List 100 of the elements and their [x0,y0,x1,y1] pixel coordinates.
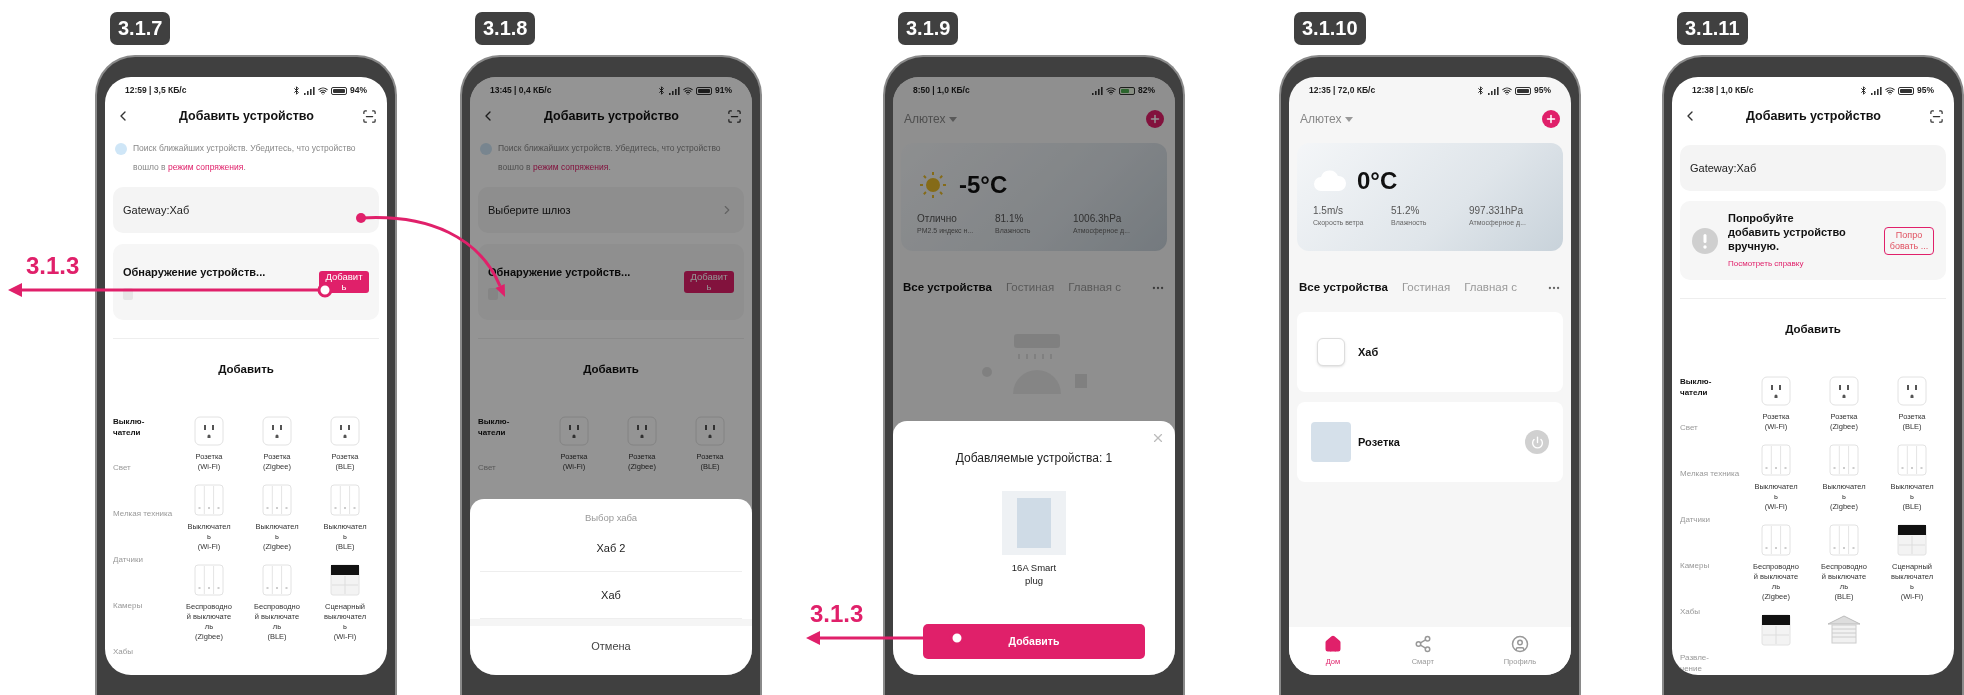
home-name[interactable]: Алютех [1300,110,1342,128]
category-item[interactable]: Датчики [113,554,175,566]
gateway-field[interactable]: Gateway:Хаб [1680,145,1946,191]
alert-icon [1692,227,1718,254]
wall-switch-icon [330,484,360,517]
wall-switch-icon [1829,524,1859,557]
socket-icon [559,416,589,447]
category-item[interactable]: Камеры [1680,560,1742,572]
section-title: Добавить [1785,322,1841,337]
scan-icon [362,108,377,124]
sheet-title: Выбор хаба [584,511,638,525]
category-item[interactable]: Мелкая техника [113,508,175,520]
screen-title: Добавить устройство [1746,107,1881,125]
category-item[interactable]: Развле- чение [1680,652,1742,675]
device-card[interactable]: Розетка [1297,402,1563,483]
wifi-icon [683,85,693,96]
wall-switch-icon [1897,444,1927,477]
scan-button[interactable] [727,108,742,124]
jump-label: 3.1.3 [810,602,864,626]
category-item[interactable]: Выклю- чатели [478,416,540,439]
garage-icon [1826,614,1862,645]
signal-icon [669,86,680,95]
wall-switch-icon [1829,444,1859,477]
socket-icon [695,416,725,447]
screen-title: Добавить устройство [179,107,314,125]
signal-icon [1488,86,1499,95]
photo-placeholder [1311,422,1351,463]
add-button[interactable]: Добавит ь [684,271,734,293]
hub-option[interactable]: Хаб 2 [480,525,742,573]
category-item[interactable]: Хабы [113,646,175,658]
device-name: Розетка [1358,435,1400,450]
signal-icon [304,86,315,95]
section-title: Добавить [218,362,274,377]
category-item[interactable]: Выклю- чатели [113,416,175,439]
wifi-icon [318,85,328,96]
add-device-button[interactable] [1146,110,1164,128]
plus-icon [1545,113,1557,125]
weather-value: 81.1% [995,212,1025,226]
category-item[interactable]: Мелкая техника [1680,468,1742,480]
found-device-icon [123,288,133,301]
wifi-icon [1885,85,1895,96]
category-item[interactable]: Датчики [1680,514,1742,526]
category-item[interactable]: Хабы [1680,606,1742,618]
battery-percent: 95% [1917,84,1934,97]
socket-icon [330,416,360,447]
add-button[interactable]: Добавить [923,624,1145,659]
search-notice: Поиск ближайших устройств. Убедитесь, что устройство вошло в режим сопряжения. [498,142,722,174]
gateway-field[interactable]: Выберите шлюз [478,187,744,233]
scene-switch-icon [1761,614,1791,647]
step-badge: 3.1.7 [110,12,171,45]
scan-button[interactable] [362,108,377,124]
weather-value: 1006.3hPa [1073,212,1123,226]
gateway-field[interactable]: Gateway:Хаб [113,187,379,233]
wall-switch-icon [194,484,224,517]
search-status-icon [115,143,127,155]
weather-value: 997.331hPa [1469,204,1524,218]
add-device-button[interactable] [1542,110,1560,128]
hub-icon [1317,338,1345,367]
temperature: -5°C [959,173,1008,197]
battery-percent: 95% [1534,84,1551,97]
help-link[interactable]: Посмотреть справку [1728,258,1874,270]
status-time: 12:35 | 72,0 КБ/с [1309,84,1376,97]
category-item[interactable]: Свет [1680,422,1742,434]
found-device-name: 16A Smart plug [1011,561,1057,587]
try-button[interactable]: Попро бовать ... [1884,226,1934,255]
jump-label: 3.1.3 [26,254,80,278]
hub-option[interactable]: Хаб [480,572,742,620]
status-time: 8:50 | 1,0 КБ/с [913,84,970,97]
device-card[interactable]: Хаб [1297,312,1563,393]
device-name: Хаб [1358,345,1379,360]
socket-icon [1761,376,1791,407]
status-time: 13:45 | 0,4 КБ/с [490,84,552,97]
smart-icon [1413,634,1432,653]
cancel-button[interactable]: Отмена [470,619,752,667]
section-title: Добавить [583,362,639,377]
caret-icon [948,116,957,122]
category-item[interactable]: Свет [113,462,175,474]
wall-switch-icon [194,564,224,597]
category-item[interactable]: Выклю- чатели [1680,376,1742,399]
temperature: 0°C [1357,169,1398,193]
step-badge: 3.1.8 [475,12,536,45]
wall-switch-icon [262,564,292,597]
sun-icon [917,169,949,201]
room-tab[interactable]: Все устройства [903,279,992,297]
scan-icon [727,108,742,124]
room-tab[interactable]: Все устройства [1299,279,1388,297]
profile-icon [1510,634,1529,653]
photo-placeholder [1002,491,1066,555]
scan-button[interactable] [1929,108,1944,124]
category-item[interactable]: Камеры [113,600,175,612]
found-device-icon [488,288,498,301]
socket-icon [1897,376,1927,407]
wall-switch-icon [1761,444,1791,477]
close-icon [1151,431,1165,445]
weather-value: Отлично [917,212,958,226]
scan-icon [1929,108,1944,124]
scene-switch-icon [330,564,360,597]
signal-icon [1871,86,1882,95]
discovery-title: Обнаружение устройств... [123,264,266,280]
caret-icon [1344,116,1353,122]
